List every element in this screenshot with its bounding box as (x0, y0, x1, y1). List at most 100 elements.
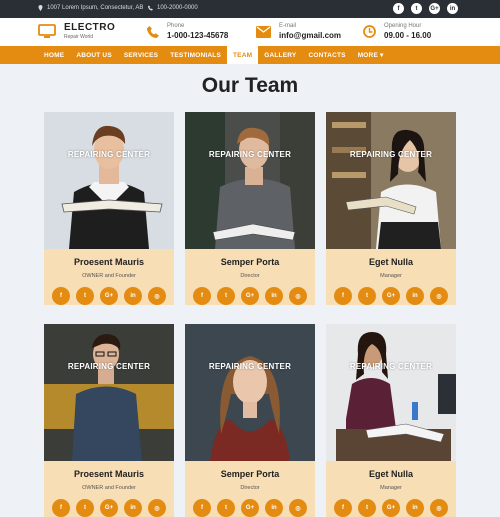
team-photo: REPAIRING CENTER (185, 112, 315, 249)
email-label: E-mail (279, 23, 297, 29)
photo-overlay-text: REPAIRING CENTER (67, 362, 151, 371)
photo-overlay-text: REPAIRING CENTER (208, 362, 292, 371)
member-name: Eget Nulla (368, 469, 413, 479)
photo-overlay-text: REPAIRING CENTER (349, 362, 433, 371)
team-card: REPAIRING CENTER Proesent Mauris OWNER a… (44, 112, 174, 305)
main-nav: HOME ABOUT US SERVICES TESTIMONIALS TEAM… (0, 46, 500, 64)
linkedin-icon[interactable]: in (406, 499, 424, 517)
dribbble-icon[interactable]: ◎ (289, 287, 307, 305)
member-role: OWNER and Founder (82, 485, 136, 491)
linkedin-icon[interactable]: in (265, 287, 283, 305)
nav-testimonials[interactable]: TESTIMONIALS (164, 46, 227, 64)
twitter-icon[interactable]: t (411, 3, 422, 14)
phone-icon (148, 5, 153, 11)
topbar-phone-text: 100-2000-0000 (157, 5, 198, 11)
nav-services[interactable]: SERVICES (118, 46, 164, 64)
facebook-icon[interactable]: f (393, 3, 404, 14)
dribbble-icon[interactable]: ◎ (148, 499, 166, 517)
header-email: E-mail info@gmail.com (256, 23, 341, 40)
nav-more[interactable]: MORE ▾ (352, 46, 390, 64)
team-card: REPAIRING CENTER Proesent Mauris OWNER a… (44, 324, 174, 517)
team-photo: REPAIRING CENTER (326, 324, 456, 461)
logo[interactable]: ELECTRO Repair World (38, 22, 115, 40)
topbar-phone: 100-2000-0000 (148, 5, 198, 11)
member-social: f t G+ in ◎ (44, 499, 174, 517)
twitter-icon[interactable]: t (358, 287, 376, 305)
member-social: f t G+ in ◎ (185, 499, 315, 517)
member-role: Manager (380, 273, 402, 279)
member-role: Manager (380, 485, 402, 491)
mail-icon (256, 25, 271, 38)
linkedin-icon[interactable]: in (265, 499, 283, 517)
address-text: 1007 Lorem Ipsum, Consectetur, AB (47, 5, 144, 11)
logo-title: ELECTRO (64, 22, 116, 33)
member-name: Proesent Mauris (73, 469, 145, 479)
phone-label: Phone (167, 23, 185, 29)
member-social: f t G+ in ◎ (185, 287, 315, 305)
dribbble-icon[interactable]: ◎ (430, 287, 448, 305)
nav-about-us[interactable]: ABOUT US (70, 46, 118, 64)
hours-value: 09.00 - 16.00 (384, 31, 432, 40)
dribbble-icon[interactable]: ◎ (430, 499, 448, 517)
google-plus-icon[interactable]: G+ (100, 287, 118, 305)
google-plus-icon[interactable]: G+ (382, 287, 400, 305)
linkedin-icon[interactable]: in (447, 3, 458, 14)
twitter-icon[interactable]: t (76, 499, 94, 517)
dribbble-icon[interactable]: ◎ (148, 287, 166, 305)
team-photo: REPAIRING CENTER (44, 112, 174, 249)
member-social: f t G+ in ◎ (326, 499, 456, 517)
team-card: REPAIRING CENTER Semper Porta Director f… (185, 112, 315, 305)
member-name: Eget Nulla (368, 257, 413, 267)
team-card: REPAIRING CENTER Semper Porta Director f… (185, 324, 315, 517)
facebook-icon[interactable]: f (193, 287, 211, 305)
twitter-icon[interactable]: t (76, 287, 94, 305)
member-social: f t G+ in ◎ (44, 287, 174, 305)
address-info: 1007 Lorem Ipsum, Consectetur, AB (38, 5, 143, 11)
top-bar: 1007 Lorem Ipsum, Consectetur, AB 100-20… (0, 0, 500, 18)
linkedin-icon[interactable]: in (124, 499, 142, 517)
member-role: Director (240, 273, 260, 279)
dribbble-icon[interactable]: ◎ (289, 499, 307, 517)
header-hours: Opening Hour 09.00 - 16.00 (363, 23, 431, 40)
team-photo: REPAIRING CENTER (44, 324, 174, 461)
google-plus-icon[interactable]: G+ (241, 287, 259, 305)
nav-team[interactable]: TEAM (227, 46, 259, 64)
google-plus-icon[interactable]: G+ (429, 3, 440, 14)
email-value[interactable]: info@gmail.com (279, 31, 341, 40)
clock-icon (363, 25, 376, 38)
linkedin-icon[interactable]: in (406, 287, 424, 305)
twitter-icon[interactable]: t (358, 499, 376, 517)
nav-gallery[interactable]: GALLERY (258, 46, 302, 64)
member-name: Semper Porta (220, 469, 280, 479)
facebook-icon[interactable]: f (334, 287, 352, 305)
hours-label: Opening Hour (384, 23, 422, 29)
monitor-icon (38, 23, 56, 38)
team-photo: REPAIRING CENTER (326, 112, 456, 249)
photo-overlay-text: REPAIRING CENTER (67, 150, 151, 159)
facebook-icon[interactable]: f (52, 287, 70, 305)
twitter-icon[interactable]: t (217, 287, 235, 305)
photo-overlay-text: REPAIRING CENTER (349, 150, 433, 159)
map-pin-icon (38, 5, 43, 11)
team-card: REPAIRING CENTER Eget Nulla Manager f t … (326, 112, 456, 305)
twitter-icon[interactable]: t (217, 499, 235, 517)
google-plus-icon[interactable]: G+ (382, 499, 400, 517)
phone-icon (147, 25, 159, 38)
page-title: Our Team (201, 74, 299, 97)
facebook-icon[interactable]: f (193, 499, 211, 517)
google-plus-icon[interactable]: G+ (241, 499, 259, 517)
phone-value: 1-000-123-45678 (167, 31, 229, 40)
facebook-icon[interactable]: f (334, 499, 352, 517)
team-card: REPAIRING CENTER Eget Nulla Manager f t … (326, 324, 456, 517)
linkedin-icon[interactable]: in (124, 287, 142, 305)
member-role: Director (240, 485, 260, 491)
google-plus-icon[interactable]: G+ (100, 499, 118, 517)
member-name: Semper Porta (220, 257, 280, 267)
member-role: OWNER and Founder (82, 273, 136, 279)
nav-home[interactable]: HOME (38, 46, 70, 64)
team-photo: REPAIRING CENTER (185, 324, 315, 461)
facebook-icon[interactable]: f (52, 499, 70, 517)
member-social: f t G+ in ◎ (326, 287, 456, 305)
header: ELECTRO Repair World Phone 1-000-123-456… (0, 18, 500, 46)
nav-contacts[interactable]: CONTACTS (302, 46, 351, 64)
